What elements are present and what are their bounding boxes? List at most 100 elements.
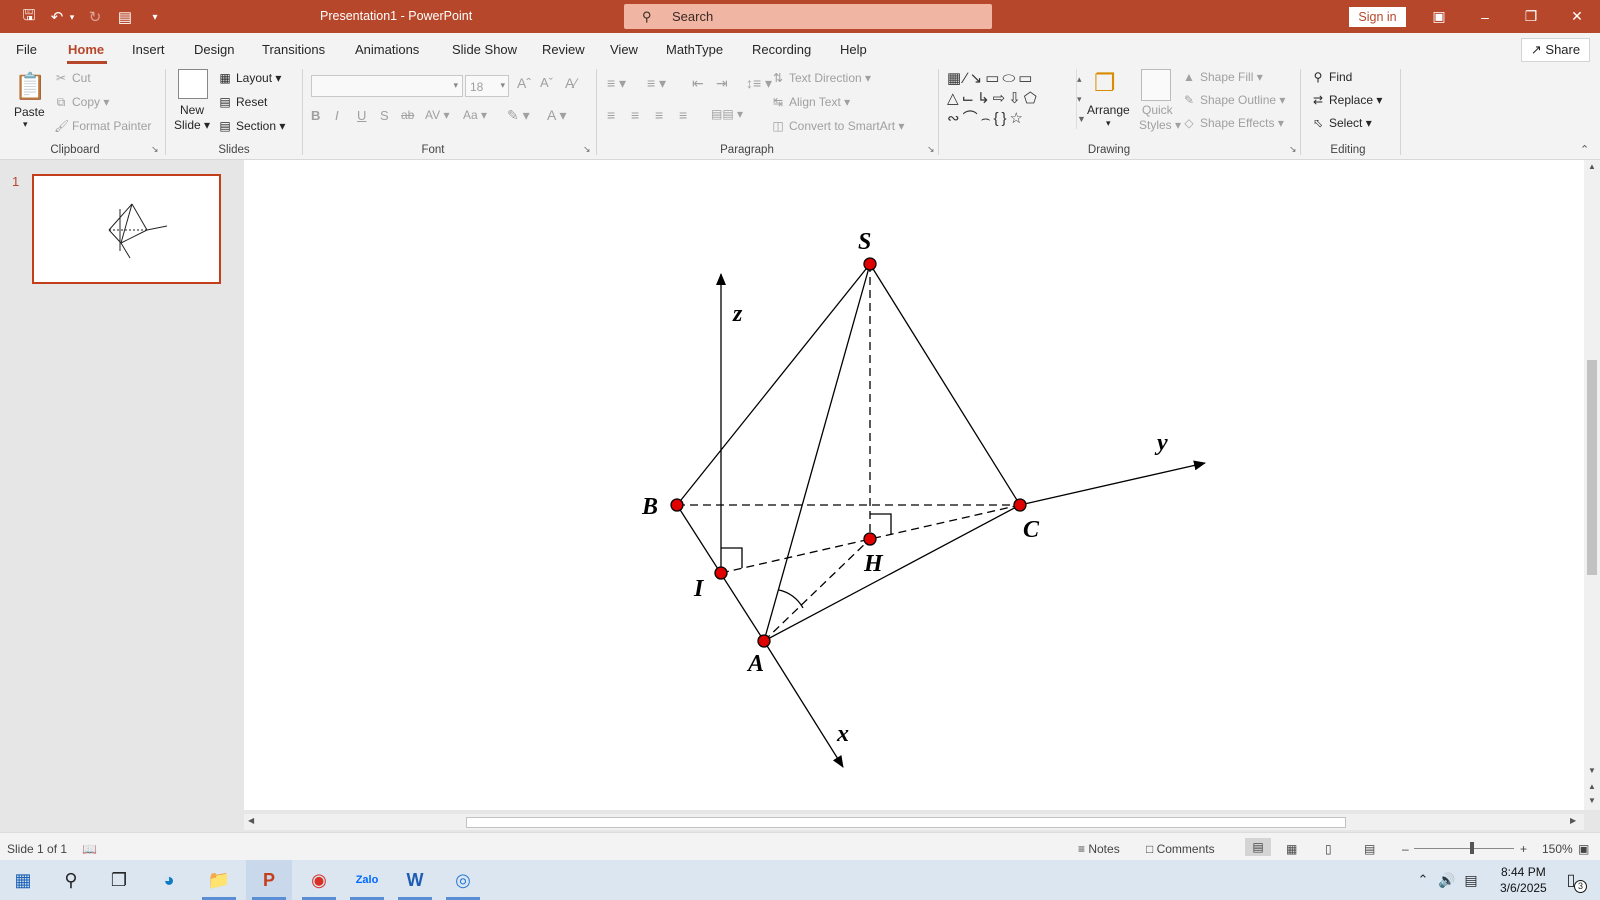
line-spacing-icon[interactable]: ↕≡ ▾ bbox=[746, 75, 772, 92]
paste-dropdown-icon[interactable]: ▾ bbox=[23, 119, 28, 130]
present-from-start-icon[interactable]: ▤ bbox=[114, 6, 136, 28]
tab-help[interactable]: Help bbox=[840, 42, 867, 57]
arrange-button[interactable]: Arrange bbox=[1087, 103, 1130, 117]
vertical-scroll-thumb[interactable] bbox=[1587, 360, 1597, 575]
text-direction-button[interactable]: ⇅ Text Direction ▾ bbox=[771, 71, 871, 85]
previous-slide-icon[interactable]: ▲ bbox=[1588, 782, 1596, 791]
font-color-icon[interactable]: A ▾ bbox=[547, 107, 566, 124]
quick-styles-label-1[interactable]: Quick bbox=[1142, 103, 1173, 117]
edge-icon[interactable]: ◕ bbox=[146, 860, 192, 900]
zalo-icon[interactable]: Zalo bbox=[344, 860, 390, 900]
replace-button[interactable]: ⇄ Replace ▾ bbox=[1311, 93, 1382, 107]
decrease-indent-icon[interactable]: ⇤ bbox=[692, 75, 704, 92]
zoom-in-icon[interactable]: + bbox=[1520, 842, 1527, 856]
redo-icon[interactable]: ↻ bbox=[84, 6, 106, 28]
slide-show-icon[interactable]: ▤ bbox=[1364, 842, 1375, 856]
tab-mathtype[interactable]: MathType bbox=[666, 42, 723, 57]
justify-icon[interactable]: ≡ bbox=[679, 107, 687, 123]
new-slide-button[interactable]: Slide ▾ bbox=[174, 118, 210, 132]
new-slide-icon[interactable] bbox=[178, 69, 208, 99]
paste-button[interactable]: Paste bbox=[14, 105, 45, 119]
undo-icon[interactable]: ↶ bbox=[46, 6, 68, 28]
scroll-up-icon[interactable]: ▲ bbox=[1588, 162, 1596, 171]
highlight-color-icon[interactable]: ✎ ▾ bbox=[507, 107, 530, 124]
decrease-font-icon[interactable]: Aˇ bbox=[540, 75, 553, 90]
layout-button[interactable]: ▦ Layout ▾ bbox=[218, 71, 281, 85]
change-case-button[interactable]: Aa ▾ bbox=[463, 108, 487, 122]
network-icon[interactable]: ▤ bbox=[1448, 860, 1494, 900]
format-painter-button[interactable]: 🖌 Format Painter bbox=[54, 119, 151, 133]
comments-button[interactable]: □ Comments bbox=[1146, 842, 1215, 856]
columns-icon[interactable]: ▤▤ ▾ bbox=[711, 107, 743, 121]
tab-transitions[interactable]: Transitions bbox=[262, 42, 325, 57]
shape-outline-button[interactable]: ✎ Shape Outline ▾ bbox=[1182, 93, 1285, 107]
next-slide-icon[interactable]: ▼ bbox=[1588, 796, 1596, 805]
quick-styles-button[interactable]: Styles ▾ bbox=[1139, 118, 1181, 132]
tab-design[interactable]: Design bbox=[194, 42, 234, 57]
convert-smartart-button[interactable]: ◫ Convert to SmartArt ▾ bbox=[771, 119, 904, 133]
tab-insert[interactable]: Insert bbox=[132, 42, 165, 57]
underline-button[interactable]: U bbox=[357, 108, 366, 123]
close-icon[interactable]: ✕ bbox=[1554, 0, 1600, 33]
horizontal-scrollbar[interactable]: ◀ ▶ bbox=[244, 814, 1584, 830]
tab-file[interactable]: File bbox=[16, 42, 37, 57]
increase-indent-icon[interactable]: ⇥ bbox=[716, 75, 728, 92]
customize-qat-icon[interactable]: ▾ bbox=[144, 6, 166, 28]
shape-fill-button[interactable]: ▲ Shape Fill ▾ bbox=[1182, 70, 1263, 84]
align-right-icon[interactable]: ≡ bbox=[655, 107, 663, 123]
zoom-slider[interactable] bbox=[1414, 848, 1514, 849]
copy-button[interactable]: ⧉ Copy ▾ bbox=[54, 95, 110, 110]
normal-view-icon[interactable]: ▤ bbox=[1245, 838, 1271, 856]
bullets-icon[interactable]: ≡ ▾ bbox=[607, 75, 626, 92]
align-left-icon[interactable]: ≡ bbox=[607, 107, 615, 123]
slide-sorter-icon[interactable]: ▦ bbox=[1286, 842, 1297, 856]
save-icon[interactable]: 🖫 bbox=[18, 6, 40, 28]
tab-recording[interactable]: Recording bbox=[752, 42, 811, 57]
drawing-launcher-icon[interactable]: ↘ bbox=[1289, 144, 1297, 155]
font-size-combo[interactable]: 18 ▾ bbox=[465, 75, 509, 97]
clear-formatting-icon[interactable]: A∕ bbox=[565, 75, 577, 91]
shapes-gallery-scroll[interactable]: ▴ ▾ ▼ bbox=[1076, 69, 1088, 129]
reset-button[interactable]: ▤ Reset bbox=[218, 95, 267, 109]
chrome-icon[interactable]: ◉ bbox=[296, 860, 342, 900]
system-clock[interactable]: 8:44 PM 3/6/2025 bbox=[1500, 864, 1547, 896]
tab-home[interactable]: Home bbox=[68, 42, 104, 57]
word-icon[interactable]: W bbox=[392, 860, 438, 900]
start-icon[interactable]: ▦ bbox=[0, 860, 46, 900]
task-view-icon[interactable]: ❐ bbox=[96, 860, 142, 900]
undo-dropdown-icon[interactable]: ▾ bbox=[66, 6, 78, 28]
search-box[interactable]: ⚲ Search bbox=[624, 4, 992, 29]
restore-icon[interactable]: ❐ bbox=[1508, 0, 1554, 33]
collapse-ribbon-icon[interactable]: ⌃ bbox=[1580, 143, 1589, 156]
scroll-down-icon[interactable]: ▼ bbox=[1588, 766, 1596, 775]
character-spacing-button[interactable]: AV ▾ bbox=[425, 108, 449, 122]
notification-center-icon[interactable]: ▯ 3 bbox=[1548, 860, 1594, 900]
zoom-out-icon[interactable]: – bbox=[1402, 842, 1409, 856]
scroll-right-icon[interactable]: ▶ bbox=[1570, 816, 1576, 825]
file-explorer-icon[interactable]: 📁 bbox=[196, 860, 242, 900]
select-button[interactable]: ⬁ Select ▾ bbox=[1311, 116, 1372, 130]
taskbar-search-icon[interactable]: ⚲ bbox=[48, 860, 94, 900]
numbering-icon[interactable]: ≡ ▾ bbox=[647, 75, 666, 92]
minimize-icon[interactable]: – bbox=[1462, 0, 1508, 33]
font-name-combo[interactable]: ▾ bbox=[311, 75, 463, 97]
app-icon[interactable]: ◎ bbox=[440, 860, 486, 900]
font-launcher-icon[interactable]: ↘ bbox=[583, 144, 591, 155]
clipboard-launcher-icon[interactable]: ↘ bbox=[151, 144, 159, 155]
increase-font-icon[interactable]: Aˆ bbox=[517, 75, 531, 91]
shapes-gallery[interactable]: ▦∕↘▭⬭▭ △⌙↳⇨⇩⬠ ∾⌒⌢{}☆ bbox=[947, 69, 1073, 129]
ribbon-display-options-icon[interactable]: ▣ bbox=[1416, 0, 1462, 33]
reading-view-icon[interactable]: ▯ bbox=[1325, 842, 1332, 856]
strikethrough-button[interactable]: ab bbox=[401, 108, 414, 122]
tab-review[interactable]: Review bbox=[542, 42, 585, 57]
powerpoint-taskbar-icon[interactable]: P bbox=[246, 860, 292, 900]
fit-to-window-icon[interactable]: ▣ bbox=[1578, 842, 1589, 856]
share-button[interactable]: ↗ Share bbox=[1521, 38, 1590, 62]
scroll-left-icon[interactable]: ◀ bbox=[248, 816, 254, 825]
italic-button[interactable]: I bbox=[335, 108, 339, 123]
align-center-icon[interactable]: ≡ bbox=[631, 107, 639, 123]
quick-styles-icon[interactable] bbox=[1141, 69, 1171, 101]
slide-thumbnail[interactable] bbox=[32, 174, 221, 284]
accessibility-icon[interactable]: 📖 bbox=[82, 842, 97, 856]
paste-icon[interactable]: 📋 bbox=[14, 71, 46, 105]
